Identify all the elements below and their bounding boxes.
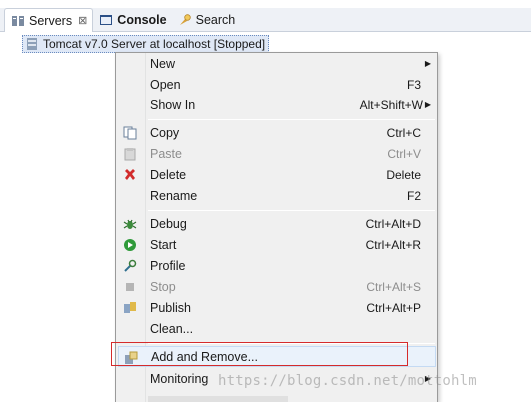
profile-icon	[122, 258, 138, 274]
menu-item-label: Profile	[150, 258, 186, 273]
menu-item-label: New	[150, 56, 176, 71]
menu-item-label: Open	[150, 77, 181, 92]
tab-label: Search	[195, 12, 236, 27]
menu-item-label: Publish	[150, 300, 191, 315]
view-tab-bar: Servers ⊠ Console Search	[0, 8, 531, 32]
menu-item-shortcut: F2	[406, 188, 421, 203]
start-icon	[122, 237, 138, 253]
menu-item-publish[interactable]: Publish Ctrl+Alt+P	[116, 297, 437, 318]
menu-item-label: Monitoring	[150, 371, 209, 386]
copy-icon	[122, 125, 138, 141]
menu-item-label: Paste	[150, 146, 182, 161]
menu-item-profile[interactable]: Profile	[116, 255, 437, 276]
server-entry[interactable]: Tomcat v7.0 Server at localhost [Stopped…	[22, 35, 270, 53]
menu-item-label: Stop	[150, 279, 176, 294]
menu-item-shortcut: Delete	[386, 167, 421, 182]
tab-label: Console	[117, 12, 167, 27]
stop-icon	[122, 279, 138, 295]
menu-item-clean[interactable]: Clean...	[116, 318, 437, 339]
menu-item-shortcut: Ctrl+Alt+R	[365, 237, 421, 252]
menu-item-label: Copy	[150, 125, 180, 140]
menu-item-start[interactable]: Start Ctrl+Alt+R	[116, 234, 437, 255]
cropped-menu-item	[148, 396, 288, 402]
menu-item-paste[interactable]: Paste Ctrl+V	[116, 143, 437, 164]
menu-item-delete[interactable]: Delete Delete	[116, 164, 437, 185]
menu-item-shortcut: Ctrl+C	[386, 125, 421, 140]
menu-item-label: Clean...	[150, 321, 194, 336]
menu-item-new[interactable]: New ▶	[116, 53, 437, 74]
menu-item-stop[interactable]: Stop Ctrl+Alt+S	[116, 276, 437, 297]
menu-item-show-in[interactable]: Show In Alt+Shift+W ▶	[116, 94, 437, 115]
tab-servers[interactable]: Servers ⊠	[4, 8, 94, 32]
menu-item-shortcut: Ctrl+Alt+P	[366, 300, 421, 315]
tab-label: Servers	[29, 13, 73, 28]
search-icon	[177, 12, 193, 28]
menu-item-shortcut: Alt+Shift+W	[359, 97, 423, 112]
menu-item-shortcut: Ctrl+Alt+D	[365, 216, 421, 231]
menu-item-copy[interactable]: Copy Ctrl+C	[116, 122, 437, 143]
console-icon	[98, 12, 114, 28]
tomcat-server-icon	[25, 37, 39, 51]
menu-item-shortcut: Ctrl+V	[387, 146, 421, 161]
menu-item-shortcut: F3	[406, 77, 421, 92]
submenu-arrow-icon: ▶	[424, 59, 431, 68]
debug-icon	[122, 216, 138, 232]
watermark-text: https://blog.csdn.net/mottohlm	[218, 373, 477, 389]
menu-item-label: Delete	[150, 167, 187, 182]
menu-item-label: Rename	[150, 188, 198, 203]
menu-item-debug[interactable]: Debug Ctrl+Alt+D	[116, 213, 437, 234]
menu-item-open[interactable]: Open F3	[116, 74, 437, 95]
menu-item-label: Show In	[150, 97, 196, 112]
menu-item-rename[interactable]: Rename F2	[116, 185, 437, 206]
tab-search[interactable]: Search	[172, 9, 241, 31]
menu-item-shortcut: Ctrl+Alt+S	[366, 279, 421, 294]
menu-separator	[148, 210, 435, 211]
tab-console[interactable]: Console	[93, 9, 171, 31]
paste-icon	[122, 146, 138, 162]
close-icon[interactable]: ⊠	[78, 14, 87, 27]
publish-icon	[122, 300, 138, 316]
menu-item-label: Start	[150, 237, 177, 252]
submenu-arrow-icon: ▶	[424, 100, 431, 109]
server-label: Tomcat v7.0 Server at localhost [Stopped…	[43, 37, 266, 51]
menu-item-label: Debug	[150, 216, 187, 231]
servers-icon	[10, 13, 26, 29]
annotation-highlight-box	[111, 342, 408, 366]
menu-separator	[148, 119, 435, 120]
delete-icon	[122, 167, 138, 183]
